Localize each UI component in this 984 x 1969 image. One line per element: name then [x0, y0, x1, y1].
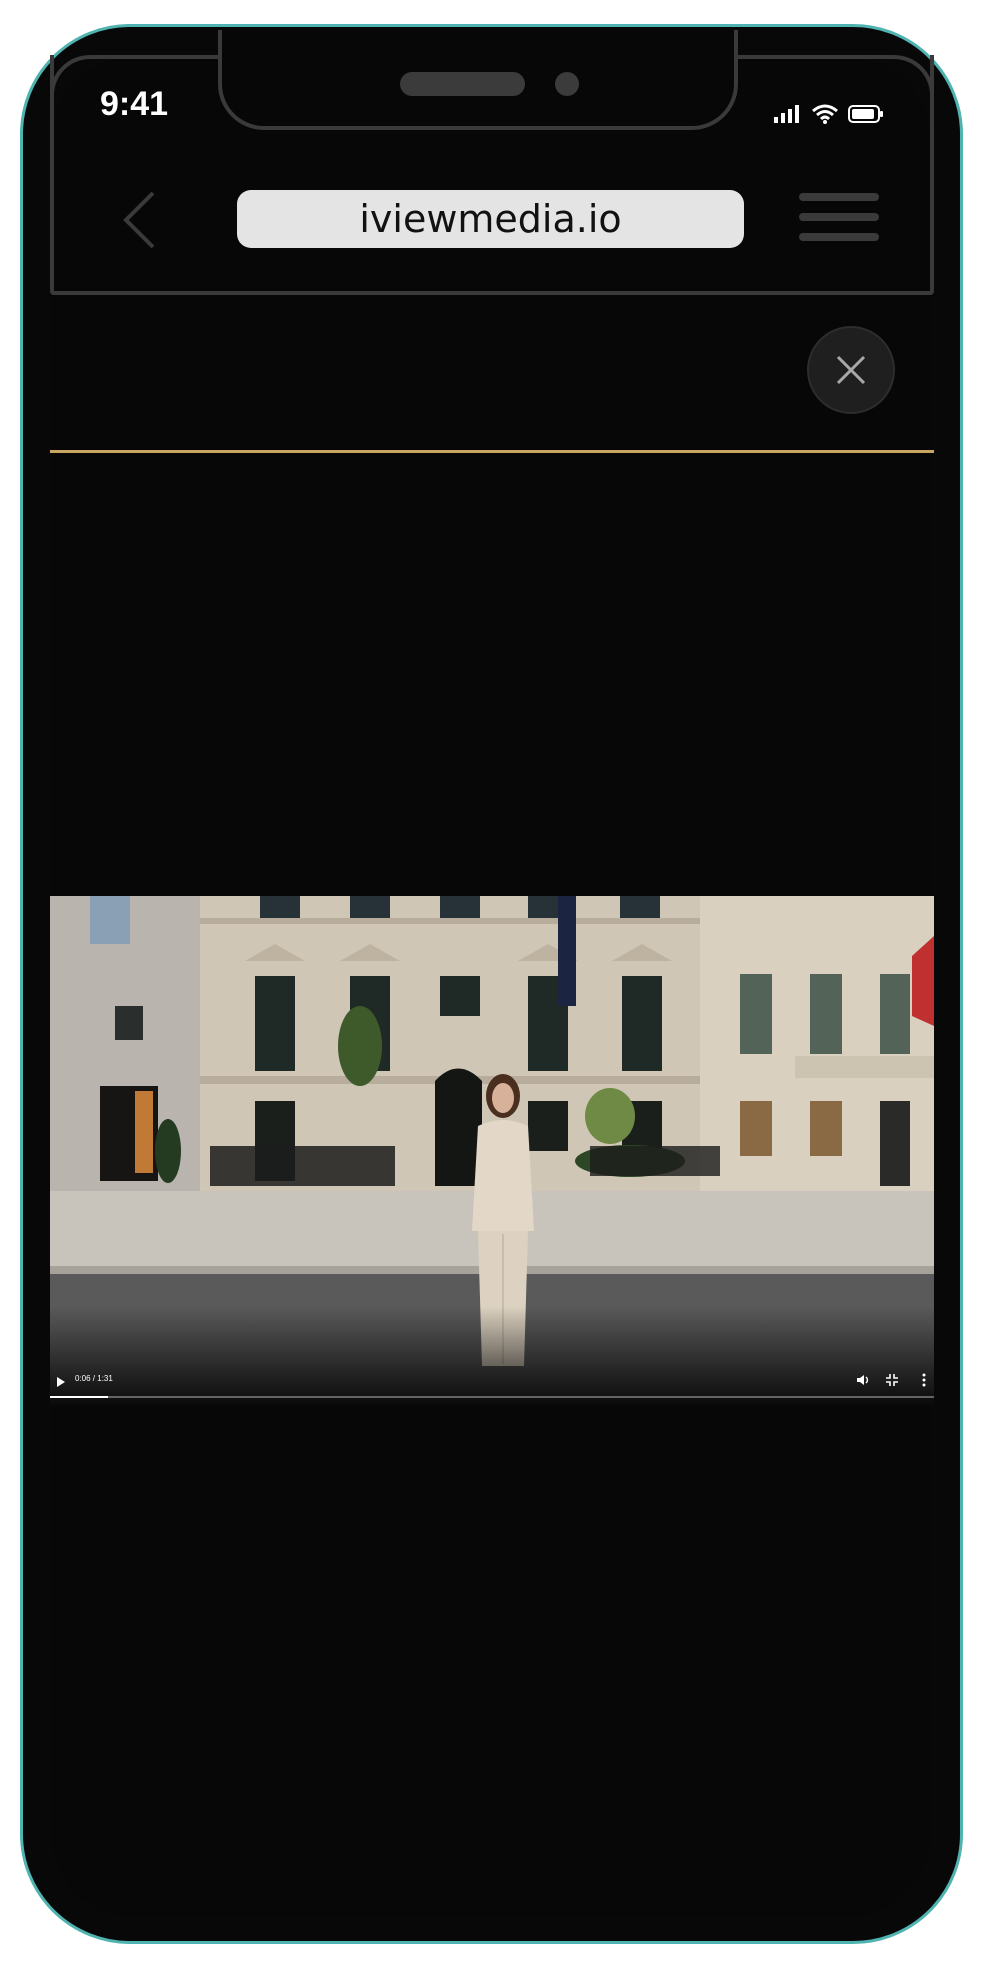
volume-icon[interactable] [856, 1374, 870, 1386]
status-time: 9:41 [100, 85, 169, 123]
chevron-left-icon [123, 191, 155, 249]
play-icon[interactable] [56, 1376, 66, 1388]
divider-line [50, 450, 934, 453]
video-player[interactable]: 0:06 / 1:31 [50, 896, 934, 1406]
video-controls: 0:06 / 1:31 [50, 1360, 934, 1406]
progress-fill [50, 1396, 109, 1398]
menu-button[interactable] [799, 193, 879, 249]
time-display: 0:06 / 1:31 [75, 1374, 113, 1383]
front-camera [555, 72, 579, 96]
hamburger-menu-icon [799, 193, 879, 241]
progress-bar[interactable] [50, 1396, 934, 1398]
speaker-grille [400, 72, 525, 96]
signal-icon [774, 105, 799, 123]
status-icons [774, 104, 884, 124]
wifi-icon [812, 104, 838, 124]
exit-fullscreen-icon[interactable] [886, 1374, 898, 1386]
back-button[interactable] [120, 190, 160, 250]
close-icon [836, 355, 866, 385]
url-text: iviewmedia.io [359, 197, 622, 241]
more-options-icon[interactable] [922, 1373, 926, 1387]
battery-icon [848, 105, 883, 123]
close-button[interactable] [807, 326, 895, 414]
url-bar[interactable]: iviewmedia.io [237, 190, 744, 248]
